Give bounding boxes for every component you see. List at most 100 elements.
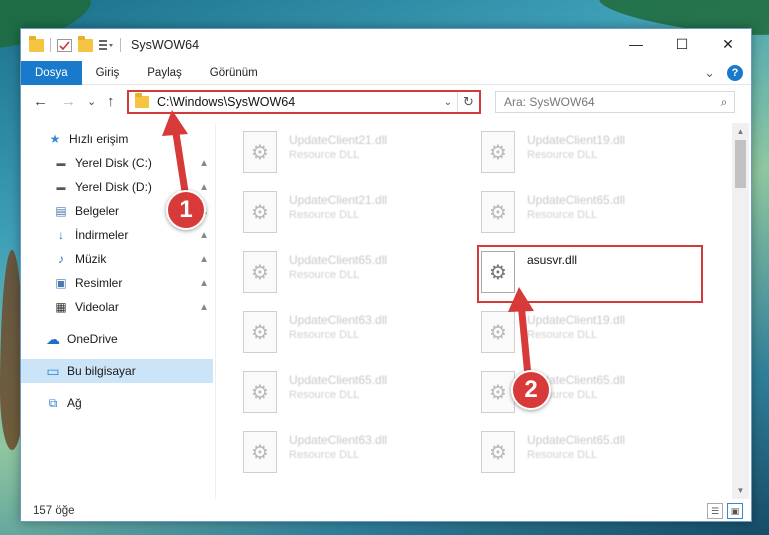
file-item[interactable]: ⚙ UpdateClient21.dll Resource DLL (243, 187, 463, 239)
folder-icon (29, 35, 44, 52)
dll-gear-icon: ⚙ (481, 131, 515, 173)
pin-icon[interactable]: ▲ (199, 302, 209, 313)
help-icon[interactable]: ? (727, 65, 743, 81)
search-box[interactable]: Ara: SysWOW64 ⌕ (495, 91, 735, 113)
file-type: Resource DLL (289, 269, 360, 281)
dll-gear-icon: ⚙ (243, 251, 277, 293)
search-icon[interactable]: ⌕ (714, 95, 734, 110)
file-name: UpdateClient19.dll (527, 133, 626, 147)
file-type: Resource DLL (527, 449, 598, 461)
pane-divider[interactable] (215, 123, 216, 499)
this-pc-monitor-icon: ▭ (46, 362, 60, 379)
nav-item-videolar[interactable]: ▦ Videolar ▲ (21, 295, 213, 319)
videos-icon: ▦ (55, 300, 67, 314)
file-item[interactable]: ⚙ UpdateClient65.dll Resource DLL (243, 367, 463, 419)
nav-item-label: Müzik (75, 252, 107, 266)
status-bar: 157 öğe ☰ ▣ (21, 501, 751, 521)
item-count: 157 öğe (33, 505, 75, 517)
nav-item-label: Belgeler (75, 204, 120, 218)
customize-toolbar-icon[interactable] (99, 39, 114, 52)
file-type: Resource DLL (289, 149, 360, 161)
toolbar-divider (120, 38, 121, 52)
file-item[interactable]: ⚙ UpdateClient19.dll Resource DLL (481, 307, 701, 359)
minimize-button[interactable]: — (613, 29, 659, 59)
file-type: Resource DLL (289, 449, 360, 461)
nav-item-ag[interactable]: ⧉ Ağ (21, 391, 213, 415)
documents-icon: ▤ (55, 204, 67, 218)
nav-item-label: Bu bilgisayar (67, 364, 136, 378)
view-buttons: ☰ ▣ (707, 503, 743, 519)
dll-gear-icon: ⚙ (243, 431, 277, 473)
up-button[interactable]: ↑ (107, 93, 115, 110)
nav-item-resimler[interactable]: ▣ Resimler ▲ (21, 271, 213, 295)
highlight-box-asusvr (477, 245, 703, 303)
details-view-icon[interactable]: ☰ (707, 503, 723, 519)
dll-gear-icon: ⚙ (243, 131, 277, 173)
file-name: UpdateClient21.dll (289, 133, 388, 147)
new-folder-icon[interactable] (78, 35, 93, 52)
search-input[interactable]: Ara: SysWOW64 (504, 95, 714, 109)
pin-icon[interactable]: ▲ (199, 254, 209, 265)
nav-item-label: OneDrive (67, 332, 118, 346)
scroll-down-icon[interactable]: ▼ (732, 482, 749, 499)
pin-icon[interactable]: ▲ (199, 158, 209, 169)
properties-icon[interactable] (57, 38, 72, 52)
nav-item-label: Ağ (67, 396, 82, 410)
recent-locations-button[interactable]: ⌄ (87, 95, 96, 108)
refresh-button[interactable]: ↻ (457, 92, 479, 112)
drive-icon: ▬ (56, 158, 66, 168)
back-button[interactable]: ← (33, 93, 48, 110)
title-bar: SysWOW64 — ☐ ✕ (21, 29, 751, 61)
file-item[interactable]: ⚙ UpdateClient63.dll Resource DLL (243, 427, 463, 479)
tab-dosya[interactable]: Dosya (21, 60, 82, 85)
pin-icon[interactable]: ▲ (199, 230, 209, 241)
file-name: UpdateClient63.dll (289, 313, 388, 327)
tab-giris[interactable]: Giriş (82, 61, 134, 85)
dll-gear-icon: ⚙ (481, 311, 515, 353)
nav-item-yerel-disk-c[interactable]: ▬ Yerel Disk (C:) ▲ (21, 151, 213, 175)
close-button[interactable]: ✕ (705, 29, 751, 59)
ribbon-collapse-icon[interactable]: ⌄ (704, 65, 715, 81)
file-item[interactable]: ⚙ UpdateClient65.dll Resource DLL (481, 187, 701, 239)
nav-item-label: Videolar (75, 300, 119, 314)
file-name: UpdateClient65.dll (289, 373, 388, 387)
scroll-thumb[interactable] (735, 140, 746, 188)
file-item[interactable]: ⚙ UpdateClient63.dll Resource DLL (243, 307, 463, 359)
file-item[interactable]: ⚙ UpdateClient19.dll Resource DLL (481, 127, 701, 179)
maximize-button[interactable]: ☐ (659, 29, 705, 59)
pin-icon[interactable]: ▲ (199, 182, 209, 193)
address-bar[interactable]: C:\Windows\SysWOW64 ⌄ ↻ (127, 90, 481, 114)
step-1-badge: 1 (166, 190, 206, 230)
file-item[interactable]: ⚙ UpdateClient21.dll Resource DLL (243, 127, 463, 179)
nav-item-bu-bilgisayar[interactable]: ▭ Bu bilgisayar (21, 359, 213, 383)
address-dropdown-icon[interactable]: ⌄ (439, 97, 457, 108)
drive-icon: ▬ (56, 182, 66, 192)
nav-item-label: Hızlı erişim (69, 132, 129, 146)
quick-access-star-icon: ★ (49, 132, 61, 146)
dll-gear-icon: ⚙ (243, 191, 277, 233)
pin-icon[interactable]: ▲ (199, 278, 209, 289)
dll-gear-icon: ⚙ (481, 191, 515, 233)
dll-gear-icon: ⚙ (481, 431, 515, 473)
file-item[interactable]: ⚙ UpdateClient65.dll Resource DLL (243, 247, 463, 299)
window-title: SysWOW64 (131, 38, 200, 52)
large-icons-view-icon[interactable]: ▣ (727, 503, 743, 519)
forward-button[interactable]: → (61, 93, 76, 110)
downloads-icon: ↓ (58, 228, 64, 242)
tab-paylas[interactable]: Paylaş (133, 61, 196, 85)
dll-gear-icon: ⚙ (481, 371, 515, 413)
file-name: UpdateClient63.dll (289, 433, 388, 447)
step-2-badge: 2 (511, 370, 551, 410)
quick-access-toolbar (21, 35, 121, 52)
file-type: Resource DLL (289, 389, 360, 401)
pictures-icon: ▣ (55, 276, 67, 290)
vertical-scrollbar[interactable]: ▲ ▼ (732, 123, 749, 499)
onedrive-cloud-icon: ☁ (46, 330, 60, 347)
nav-item-muzik[interactable]: ♪ Müzik ▲ (21, 247, 213, 271)
nav-item-onedrive[interactable]: ☁ OneDrive (21, 327, 213, 351)
file-item[interactable]: ⚙ UpdateClient65.dll Resource DLL (481, 427, 701, 479)
nav-item-hizli-erisim[interactable]: ★ Hızlı erişim (21, 127, 213, 151)
address-path[interactable]: C:\Windows\SysWOW64 (157, 95, 439, 109)
scroll-up-icon[interactable]: ▲ (732, 123, 749, 140)
tab-gorunum[interactable]: Görünüm (196, 61, 272, 85)
